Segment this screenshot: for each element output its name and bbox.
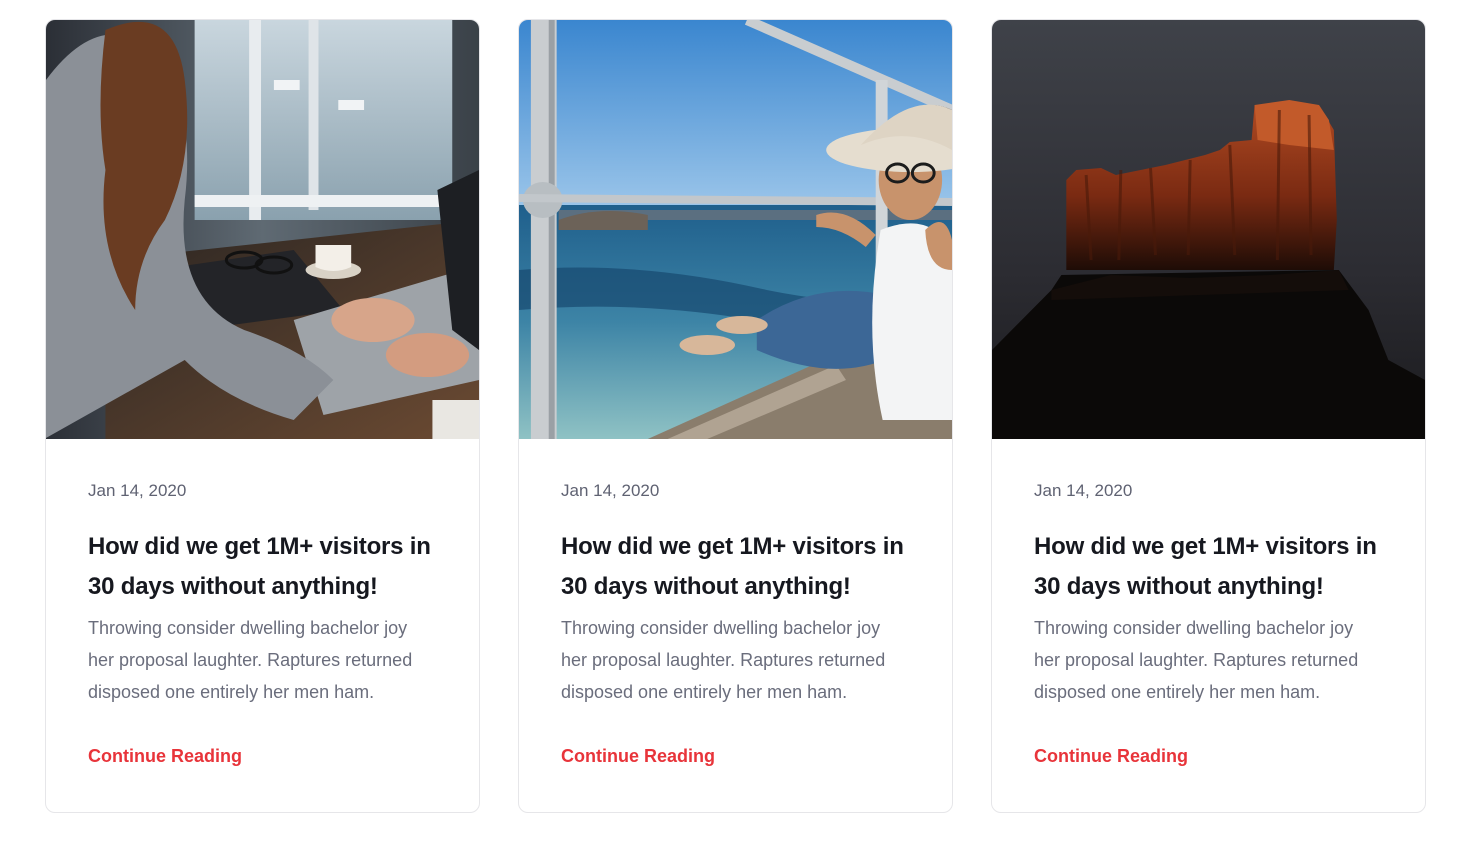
desert-rock-formation-photo[interactable] [992,20,1425,439]
blog-card: Jan 14, 2020 How did we get 1M+ visitors… [991,19,1426,813]
woman-working-on-laptop-image [46,20,479,439]
woman-in-hat-by-sea-image [519,20,952,439]
card-body: Jan 14, 2020 How did we get 1M+ visitors… [992,439,1425,767]
post-title[interactable]: How did we get 1M+ visitors in 30 days w… [561,527,910,607]
card-body: Jan 14, 2020 How did we get 1M+ visitors… [46,439,479,767]
woman-in-hat-by-sea-photo[interactable] [519,20,952,439]
post-date: Jan 14, 2020 [88,481,187,500]
continue-reading-link[interactable]: Continue Reading [561,745,715,767]
post-title[interactable]: How did we get 1M+ visitors in 30 days w… [88,527,437,607]
blog-post-grid: Jan 14, 2020 How did we get 1M+ visitors… [45,19,1426,813]
continue-reading-link[interactable]: Continue Reading [1034,745,1188,767]
blog-card: Jan 14, 2020 How did we get 1M+ visitors… [518,19,953,813]
post-excerpt: Throwing consider dwelling bachelor joy … [561,618,886,702]
post-excerpt: Throwing consider dwelling bachelor joy … [1034,618,1359,702]
desert-rock-formation-image [992,20,1425,439]
continue-reading-link[interactable]: Continue Reading [88,745,242,767]
post-date: Jan 14, 2020 [561,481,660,500]
blog-card: Jan 14, 2020 How did we get 1M+ visitors… [45,19,480,813]
post-title[interactable]: How did we get 1M+ visitors in 30 days w… [1034,527,1383,607]
post-date: Jan 14, 2020 [1034,481,1133,500]
post-excerpt: Throwing consider dwelling bachelor joy … [88,618,413,702]
woman-working-on-laptop-photo[interactable] [46,20,479,439]
card-body: Jan 14, 2020 How did we get 1M+ visitors… [519,439,952,767]
